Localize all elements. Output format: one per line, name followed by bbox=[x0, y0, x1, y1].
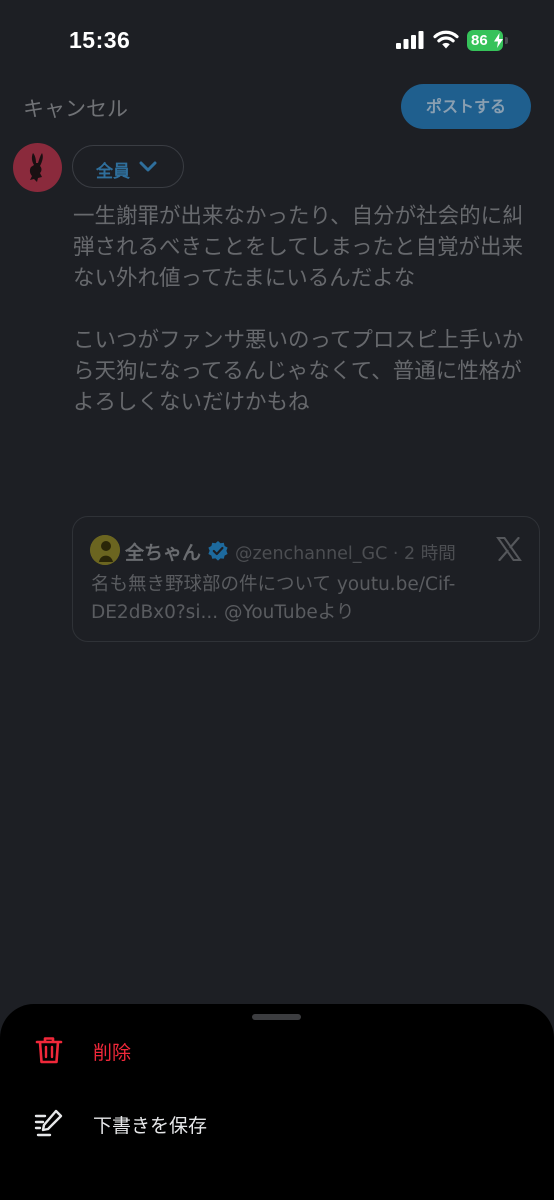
status-bar: 15:36 86 bbox=[0, 0, 554, 80]
cancel-button[interactable]: キャンセル bbox=[23, 93, 128, 123]
avatar[interactable] bbox=[13, 143, 62, 192]
quoted-post-card[interactable]: 全ちゃん @zenchannel_GC · 2 時間 名も無き野球部の件について… bbox=[72, 516, 540, 642]
delete-button[interactable]: 削除 bbox=[0, 1020, 554, 1080]
wifi-icon bbox=[433, 30, 459, 49]
quote-text: 名も無き野球部の件について youtu.be/Cif-DE2dBx0?si...… bbox=[91, 574, 456, 623]
charging-icon bbox=[494, 33, 503, 48]
battery-cap bbox=[505, 37, 508, 44]
delete-label: 削除 bbox=[93, 1042, 132, 1064]
signal-icon bbox=[396, 31, 424, 49]
verified-icon bbox=[208, 541, 228, 561]
audience-selector[interactable]: 全員 bbox=[72, 145, 184, 188]
post-text[interactable]: 一生謝罪が出来なかったり、自分が社会的に糾弾されるべきことをしてしまったと自覚が… bbox=[73, 201, 538, 418]
audience-label: 全員 bbox=[96, 162, 130, 182]
bunny-logo-icon bbox=[29, 153, 43, 182]
chevron-down-icon bbox=[139, 161, 157, 172]
save-draft-button[interactable]: 下書きを保存 bbox=[0, 1093, 554, 1153]
quote-avatar bbox=[90, 535, 120, 565]
edit-icon bbox=[34, 1109, 63, 1137]
post-button[interactable]: ポストする bbox=[401, 84, 531, 129]
status-time: 15:36 bbox=[69, 27, 131, 53]
trash-icon bbox=[35, 1037, 63, 1064]
quote-handle-time: @zenchannel_GC · 2 時間 bbox=[235, 544, 456, 564]
save-draft-label: 下書きを保存 bbox=[93, 1115, 208, 1137]
quote-author-name: 全ちゃん bbox=[125, 542, 202, 564]
x-logo-icon bbox=[496, 537, 522, 561]
